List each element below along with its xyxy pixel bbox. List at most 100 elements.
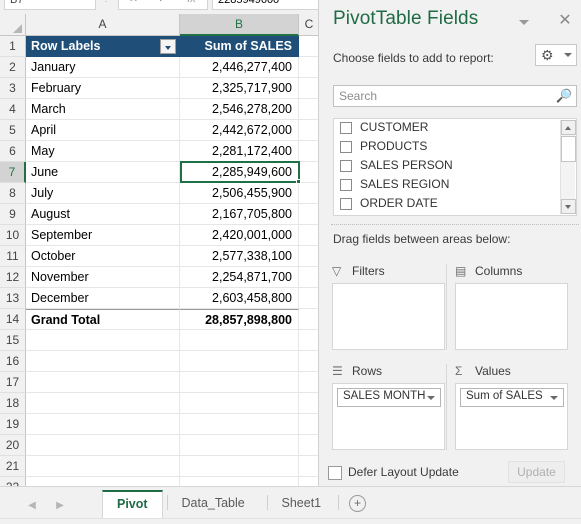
cell-b1[interactable]: Sum of SALES [180,36,299,57]
name-box[interactable]: B7 [4,0,96,10]
cell-b17[interactable] [180,372,299,393]
table-row[interactable]: 6 May 2,281,172,400 [0,141,320,162]
table-row[interactable]: 10 September 2,420,001,000 [0,225,320,246]
pane-tools-button[interactable]: ⚙ [535,44,577,66]
cell-b15[interactable] [180,330,299,351]
search-input[interactable]: Search 🔍 [333,85,577,107]
row-header[interactable]: 7 [0,162,26,183]
cell-a4[interactable]: March [26,99,180,120]
column-header-a[interactable]: A [26,14,180,36]
cell-a17[interactable] [26,372,180,393]
table-row[interactable]: 15 [0,330,320,351]
table-row[interactable]: 13 December 2,603,458,800 [0,288,320,309]
cell-a15[interactable] [26,330,180,351]
cell-b9[interactable]: 2,167,705,800 [180,204,299,225]
row-header[interactable]: 12 [0,267,26,288]
row-header[interactable]: 17 [0,372,26,393]
row-header[interactable]: 14 [0,309,26,330]
cell-a12[interactable]: November [26,267,180,288]
cell-c15[interactable] [299,330,320,351]
table-row[interactable]: 21 [0,456,320,477]
row-header[interactable]: 5 [0,120,26,141]
cell-a14[interactable]: Grand Total [26,309,180,330]
field-list-item[interactable]: SALES PERSON [334,157,576,176]
cell-c6[interactable] [299,141,320,162]
table-row[interactable]: 4 March 2,546,278,200 [0,99,320,120]
row-header[interactable]: 1 [0,36,26,57]
zone-drop-filters[interactable] [332,283,445,350]
cell-b13[interactable]: 2,603,458,800 [180,288,299,309]
cell-c14[interactable] [299,309,320,330]
field-pill-rows[interactable]: SALES MONTH [337,388,441,407]
sheet-tab-sheet1[interactable]: Sheet1 [268,490,336,516]
table-row[interactable]: 20 [0,435,320,456]
cell-b6[interactable]: 2,281,172,400 [180,141,299,162]
nav-next-icon[interactable]: ▶ [52,499,68,513]
cell-b21[interactable] [180,456,299,477]
scroll-down-arrow-icon[interactable] [561,199,576,214]
table-row[interactable]: 22 [0,477,320,486]
zone-drop-columns[interactable] [455,283,568,350]
row-labels-filter-button[interactable] [160,39,176,54]
row-header[interactable]: 6 [0,141,26,162]
cell-c7[interactable] [299,162,320,183]
scroll-up-arrow-icon[interactable] [561,120,576,135]
table-row[interactable]: 2 January 2,446,277,400 [0,57,320,78]
row-header[interactable]: 2 [0,57,26,78]
field-checkbox[interactable] [340,122,352,134]
cell-b12[interactable]: 2,254,871,700 [180,267,299,288]
cell-a16[interactable] [26,351,180,372]
field-pill-values[interactable]: Sum of SALES [460,388,564,407]
cell-c8[interactable] [299,183,320,204]
add-sheet-icon[interactable]: + [349,495,366,512]
table-row[interactable]: 14 Grand Total 28,857,898,800 [0,309,320,330]
chevron-down-icon[interactable] [427,396,435,400]
cell-a7[interactable]: June [26,162,180,183]
row-header[interactable]: 21 [0,456,26,477]
cell-b11[interactable]: 2,577,338,100 [180,246,299,267]
cell-c21[interactable] [299,456,320,477]
table-row[interactable]: 11 October 2,577,338,100 [0,246,320,267]
cell-a9[interactable]: August [26,204,180,225]
cell-b4[interactable]: 2,546,278,200 [180,99,299,120]
zone-drop-values[interactable]: Sum of SALES [455,383,568,450]
row-header[interactable]: 11 [0,246,26,267]
table-row[interactable]: 3 February 2,325,717,900 [0,78,320,99]
table-row[interactable]: 1 Row Labels Sum of SALES [0,36,320,57]
cell-c12[interactable] [299,267,320,288]
cell-b19[interactable] [180,414,299,435]
cell-b8[interactable]: 2,506,455,900 [180,183,299,204]
scrollbar-thumb[interactable] [561,136,576,162]
table-row[interactable]: 7 June 2,285,949,600 [0,162,320,183]
cell-a19[interactable] [26,414,180,435]
cell-c4[interactable] [299,99,320,120]
cell-a11[interactable]: October [26,246,180,267]
row-header[interactable]: 3 [0,78,26,99]
row-header[interactable]: 22 [0,477,26,486]
column-header-b[interactable]: B [180,14,299,36]
cell-c13[interactable] [299,288,320,309]
cell-a18[interactable] [26,393,180,414]
row-header[interactable]: 10 [0,225,26,246]
cell-c22[interactable] [299,477,320,486]
cell-c3[interactable] [299,78,320,99]
field-list-scrollbar[interactable] [560,120,576,214]
table-row[interactable]: 8 July 2,506,455,900 [0,183,320,204]
chevron-down-icon[interactable] [515,14,533,30]
cell-c1[interactable] [299,36,320,57]
cell-c16[interactable] [299,351,320,372]
sheet-tab-data_table[interactable]: Data_Table [168,490,259,516]
cell-c18[interactable] [299,393,320,414]
cell-b16[interactable] [180,351,299,372]
cell-b7[interactable]: 2,285,949,600 [180,162,299,183]
cell-b18[interactable] [180,393,299,414]
table-row[interactable]: 9 August 2,167,705,800 [0,204,320,225]
nav-prev-icon[interactable]: ◀ [24,499,40,513]
table-row[interactable]: 17 [0,372,320,393]
defer-layout-update-checkbox[interactable] [328,466,342,480]
cell-c11[interactable] [299,246,320,267]
cell-b22[interactable] [180,477,299,486]
cell-c9[interactable] [299,204,320,225]
row-header[interactable]: 18 [0,393,26,414]
field-checkbox[interactable] [340,198,352,210]
